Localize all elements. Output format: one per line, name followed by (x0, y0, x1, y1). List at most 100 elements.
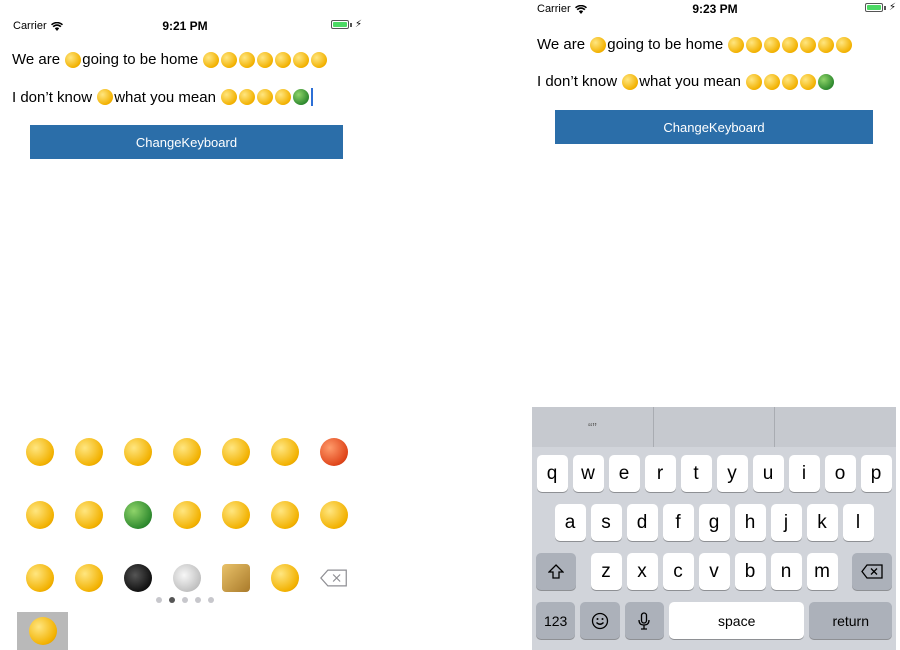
emoji-key-icon[interactable] (172, 437, 201, 466)
confused-emoji-icon (800, 36, 817, 53)
emoji-key-icon[interactable] (74, 500, 103, 529)
wink-emoji-icon (836, 36, 853, 53)
emoji-key-icon[interactable] (74, 563, 103, 592)
key-s[interactable]: s (590, 504, 622, 541)
key-f[interactable]: f (662, 504, 694, 541)
key-k[interactable]: k (806, 504, 838, 541)
left-screen: Carrier 9:21 PM ⚡ We are going to be hom… (0, 0, 370, 650)
status-time: 9:21 PM (162, 19, 208, 33)
cool-emoji-icon (257, 89, 274, 105)
smile-emoji-icon (746, 36, 763, 53)
battery-icon: ⚡ (864, 2, 896, 13)
page-dot[interactable] (208, 597, 214, 603)
text-line-1[interactable]: We are going to be home (12, 51, 328, 68)
emoji-key-icon[interactable] (221, 437, 250, 466)
shift-key[interactable] (536, 553, 576, 590)
text-line-1[interactable]: We are going to be home (537, 36, 853, 53)
page-dot[interactable] (195, 597, 201, 603)
emoji-key-icon[interactable] (319, 437, 348, 466)
emoji-key-icon[interactable] (270, 437, 299, 466)
page-dot[interactable] (169, 597, 175, 603)
text-segment: I don’t know (12, 88, 93, 106)
key-z[interactable]: z (590, 553, 622, 590)
key-p[interactable]: p (860, 455, 892, 492)
dictation-key[interactable] (624, 602, 664, 639)
emoji-key-icon[interactable] (221, 563, 250, 592)
key-g[interactable]: g (698, 504, 730, 541)
key-t[interactable]: t (680, 455, 712, 492)
key-v[interactable]: v (698, 553, 730, 590)
smile-emoji-icon (764, 36, 781, 53)
key-row-4: 123 space return (532, 602, 896, 639)
emoji-key-icon[interactable] (172, 500, 201, 529)
smile-emoji-icon (257, 51, 274, 68)
emoji-key-icon[interactable] (123, 500, 152, 529)
key-q[interactable]: q (536, 455, 568, 492)
prediction-slot[interactable] (652, 407, 775, 447)
grin-emoji-icon (293, 51, 310, 68)
key-o[interactable]: o (824, 455, 856, 492)
key-r[interactable]: r (644, 455, 676, 492)
key-j[interactable]: j (770, 504, 802, 541)
emoji-key-icon[interactable] (123, 437, 152, 466)
text-segment: going to be home (607, 36, 724, 53)
key-i[interactable]: i (788, 455, 820, 492)
key-y[interactable]: y (716, 455, 748, 492)
change-keyboard-button[interactable]: ChangeKeyboard (30, 125, 343, 159)
page-dot[interactable] (182, 597, 188, 603)
turtle-emoji-icon (818, 73, 835, 90)
key-w[interactable]: w (572, 455, 604, 492)
grin-emoji-icon (818, 36, 835, 53)
emoji-keyboard-grid (15, 420, 360, 609)
smile-emoji-icon (28, 617, 57, 645)
text-caret (311, 88, 314, 106)
emoji-key-icon[interactable] (25, 437, 54, 466)
key-m[interactable]: m (806, 553, 838, 590)
text-segment: what you mean (114, 88, 216, 106)
return-key[interactable]: return (809, 602, 892, 639)
emoji-key-icon[interactable] (25, 563, 54, 592)
key-row-1: q w e r t y u i o p (532, 455, 896, 492)
smile-emoji-icon (221, 89, 238, 105)
key-c[interactable]: c (662, 553, 694, 590)
wink-emoji-icon (311, 51, 328, 68)
emoji-category-button[interactable] (17, 612, 68, 650)
prediction-slot[interactable] (774, 407, 896, 447)
emoji-key-icon[interactable] (221, 500, 250, 529)
key-b[interactable]: b (734, 553, 766, 590)
key-n[interactable]: n (770, 553, 802, 590)
cool-emoji-icon (275, 89, 292, 105)
key-h[interactable]: h (734, 504, 766, 541)
key-l[interactable]: l (842, 504, 874, 541)
change-keyboard-button[interactable]: ChangeKeyboard (555, 110, 873, 144)
letter-keys: z x c v b n m (590, 553, 838, 590)
emoji-key-icon[interactable] (270, 563, 299, 592)
emoji-key-icon[interactable] (25, 500, 54, 529)
prediction-slot[interactable]: “” (532, 407, 653, 447)
smile-emoji-icon (221, 51, 238, 68)
key-d[interactable]: d (626, 504, 658, 541)
status-bar: Carrier 9:21 PM ⚡ (0, 0, 370, 50)
delete-key[interactable] (852, 553, 892, 590)
dizzy-emoji-icon (764, 73, 781, 90)
prediction-bar: “” (532, 407, 896, 447)
emoji-key-icon[interactable] (74, 437, 103, 466)
space-key[interactable]: space (668, 602, 805, 639)
page-dot[interactable] (156, 597, 162, 603)
emoji-key-icon[interactable] (270, 500, 299, 529)
smile-emoji-icon (746, 73, 763, 90)
laugh-emoji-icon (97, 89, 114, 105)
key-e[interactable]: e (608, 455, 640, 492)
text-segment: I don’t know (537, 73, 618, 90)
delete-icon[interactable] (319, 569, 348, 587)
emoji-key-icon[interactable] (172, 563, 201, 592)
emoji-switch-key[interactable] (580, 602, 620, 639)
numbers-key[interactable]: 123 (536, 602, 576, 639)
emoji-key-icon[interactable] (123, 563, 152, 592)
key-x[interactable]: x (626, 553, 658, 590)
text-line-2[interactable]: I don’t know what you mean (12, 88, 314, 106)
key-a[interactable]: a (554, 504, 586, 541)
key-u[interactable]: u (752, 455, 784, 492)
text-line-2[interactable]: I don’t know what you mean (537, 73, 835, 90)
emoji-key-icon[interactable] (319, 500, 348, 529)
